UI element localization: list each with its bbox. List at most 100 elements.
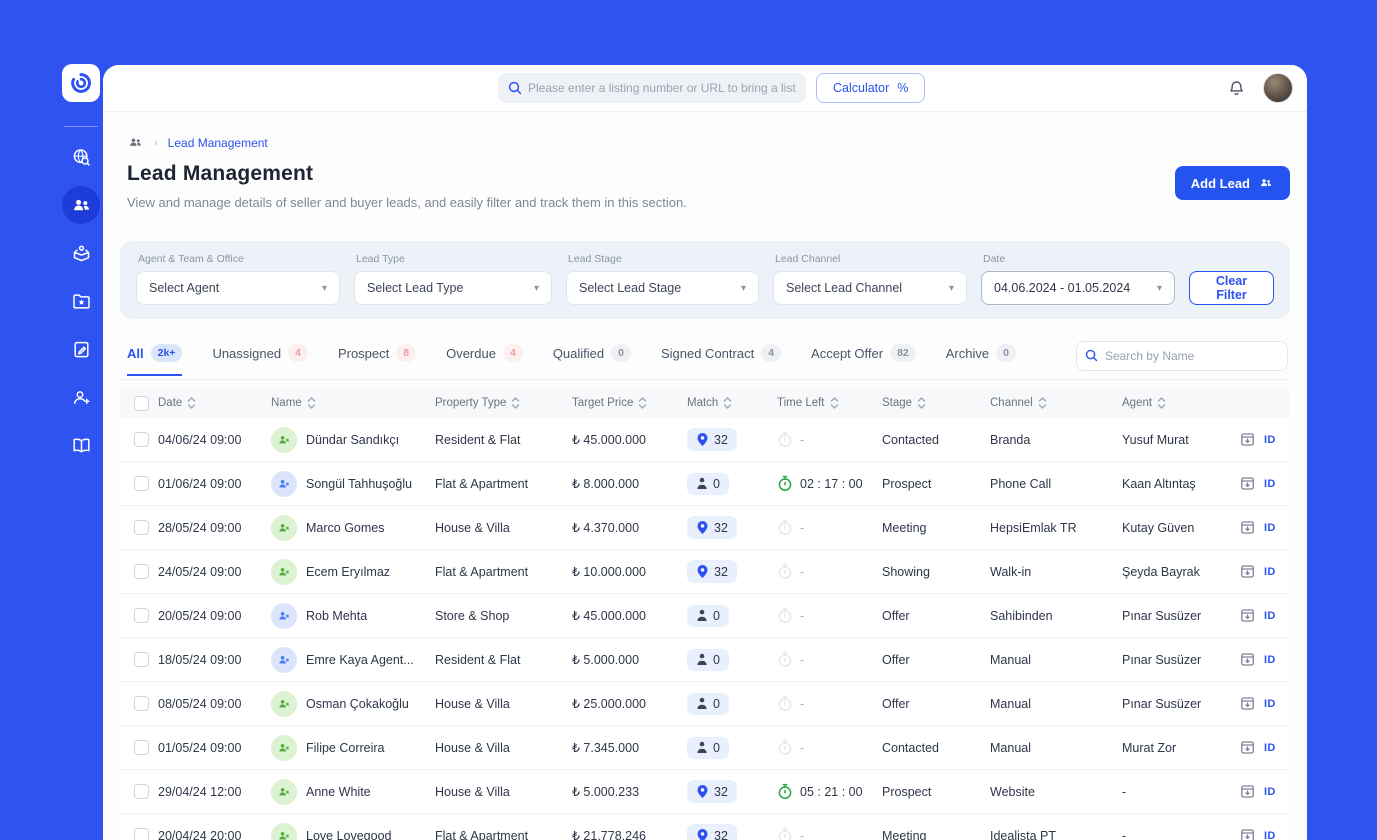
cell-time-left: 02 : 17 : 00 bbox=[777, 475, 882, 492]
match-badge[interactable]: 0 bbox=[687, 472, 729, 495]
id-link[interactable]: ID bbox=[1264, 742, 1276, 754]
column-header-match[interactable]: Match bbox=[687, 397, 777, 409]
column-header-name[interactable]: Name bbox=[271, 397, 435, 409]
row-checkbox[interactable] bbox=[134, 784, 149, 799]
table-row[interactable]: 08/05/24 09:00 Osman Çokakoğlu House & V… bbox=[120, 682, 1290, 726]
id-link[interactable]: ID bbox=[1264, 654, 1276, 666]
row-checkbox[interactable] bbox=[134, 432, 149, 447]
column-header-channel[interactable]: Channel bbox=[990, 397, 1122, 409]
archive-box-button[interactable] bbox=[1240, 696, 1255, 711]
clear-filter-button[interactable]: Clear Filter bbox=[1189, 271, 1274, 305]
calculator-button[interactable]: Calculator % bbox=[816, 73, 926, 103]
column-header-time-left[interactable]: Time Left bbox=[777, 397, 882, 409]
id-link[interactable]: ID bbox=[1264, 610, 1276, 622]
match-badge[interactable]: 32 bbox=[687, 824, 737, 840]
breadcrumb-current[interactable]: Lead Management bbox=[168, 136, 268, 150]
id-link[interactable]: ID bbox=[1264, 786, 1276, 798]
archive-box-button[interactable] bbox=[1240, 564, 1255, 579]
tab-signed-contract[interactable]: Signed Contract 4 bbox=[661, 344, 782, 376]
cell-target-price: ₺ 45.000.000 bbox=[572, 433, 646, 447]
cell-date: 29/04/24 12:00 bbox=[158, 784, 242, 799]
tab-label: Qualified bbox=[552, 345, 605, 361]
table-row[interactable]: 04/06/24 09:00 Dündar Sandıkçı Resident … bbox=[120, 418, 1290, 462]
name-search-input[interactable] bbox=[1075, 341, 1288, 371]
sidebar-item-add-contact[interactable] bbox=[62, 378, 100, 416]
archive-box-button[interactable] bbox=[1240, 476, 1255, 491]
row-checkbox[interactable] bbox=[134, 828, 149, 840]
row-checkbox[interactable] bbox=[134, 696, 149, 711]
match-badge[interactable]: 32 bbox=[687, 780, 737, 803]
column-header-stage[interactable]: Stage bbox=[882, 397, 990, 409]
archive-box-button[interactable] bbox=[1240, 652, 1255, 667]
table-row[interactable]: 01/06/24 09:00 Songül Tahhuşoğlu Flat & … bbox=[120, 462, 1290, 506]
match-badge[interactable]: 0 bbox=[687, 736, 729, 759]
id-link[interactable]: ID bbox=[1264, 830, 1276, 840]
archive-box-button[interactable] bbox=[1240, 608, 1255, 623]
match-badge[interactable]: 0 bbox=[687, 604, 729, 627]
archive-box-button[interactable] bbox=[1240, 828, 1255, 840]
select-all-checkbox[interactable] bbox=[134, 395, 149, 411]
archive-box-button[interactable] bbox=[1240, 784, 1255, 799]
sidebar-item-explore[interactable] bbox=[62, 138, 100, 176]
tab-overdue[interactable]: Overdue 4 bbox=[446, 344, 523, 376]
match-badge[interactable]: 32 bbox=[687, 428, 737, 451]
cell-stage: Meeting bbox=[882, 828, 927, 840]
tab-all[interactable]: All 2k+ bbox=[127, 344, 183, 376]
lead-channel-select[interactable]: Select Lead Channel ▾ bbox=[773, 271, 967, 305]
stopwatch-icon bbox=[778, 475, 792, 491]
sidebar-item-projects[interactable] bbox=[62, 282, 100, 320]
table-row[interactable]: 24/05/24 09:00 Ecem Eryılmaz Flat & Apar… bbox=[120, 550, 1290, 594]
tab-prospect[interactable]: Prospect 8 bbox=[337, 344, 417, 376]
column-header-agent[interactable]: Agent bbox=[1122, 397, 1240, 409]
row-checkbox[interactable] bbox=[134, 652, 149, 667]
row-checkbox[interactable] bbox=[134, 476, 149, 491]
agent-select[interactable]: Select Agent ▾ bbox=[136, 271, 340, 305]
id-link[interactable]: ID bbox=[1264, 566, 1276, 578]
tab-qualified[interactable]: Qualified 0 bbox=[553, 344, 631, 376]
row-checkbox[interactable] bbox=[134, 520, 149, 535]
date-range-select[interactable]: 04.06.2024 - 01.05.2024 ▾ bbox=[981, 271, 1175, 305]
listing-search-input[interactable] bbox=[498, 73, 806, 103]
column-header-target-price[interactable]: Target Price bbox=[572, 397, 687, 409]
cell-name: Dündar Sandıkçı bbox=[271, 426, 435, 453]
sidebar-item-leads[interactable] bbox=[62, 186, 100, 224]
column-header-date[interactable]: Date bbox=[158, 397, 271, 409]
table-row[interactable]: 29/04/24 12:00 Anne White House & Villa … bbox=[120, 770, 1290, 814]
add-lead-users-icon bbox=[1261, 179, 1271, 187]
table-row[interactable]: 20/04/24 20:00 Love Lovegood Flat & Apar… bbox=[120, 814, 1290, 840]
match-badge[interactable]: 0 bbox=[687, 692, 729, 715]
lead-stage-select[interactable]: Select Lead Stage ▾ bbox=[566, 271, 759, 305]
cell-stage: Prospect bbox=[882, 784, 932, 799]
user-avatar[interactable] bbox=[1263, 73, 1293, 103]
archive-box-button[interactable] bbox=[1240, 520, 1255, 535]
archive-box-button[interactable] bbox=[1240, 432, 1255, 447]
cell-time-left: - bbox=[777, 431, 882, 448]
match-badge[interactable]: 32 bbox=[687, 560, 737, 583]
id-link[interactable]: ID bbox=[1264, 434, 1276, 446]
tab-unassigned[interactable]: Unassigned 4 bbox=[212, 344, 308, 376]
row-checkbox[interactable] bbox=[134, 608, 149, 623]
table-row[interactable]: 01/05/24 09:00 Filipe Correira House & V… bbox=[120, 726, 1290, 770]
table-row[interactable]: 18/05/24 09:00 Emre Kaya Agent... Reside… bbox=[120, 638, 1290, 682]
notifications-button[interactable] bbox=[1221, 73, 1251, 103]
lead-type-select[interactable]: Select Lead Type ▾ bbox=[354, 271, 552, 305]
column-header-property-type[interactable]: Property Type bbox=[435, 397, 572, 409]
id-link[interactable]: ID bbox=[1264, 478, 1276, 490]
table-row[interactable]: 28/05/24 09:00 Marco Gomes House & Villa… bbox=[120, 506, 1290, 550]
row-checkbox[interactable] bbox=[134, 740, 149, 755]
sidebar-item-guide[interactable] bbox=[62, 426, 100, 464]
table-row[interactable]: 20/05/24 09:00 Rob Mehta Store & Shop ₺ … bbox=[120, 594, 1290, 638]
match-badge[interactable]: 32 bbox=[687, 516, 737, 539]
add-lead-button[interactable]: Add Lead bbox=[1174, 166, 1290, 200]
archive-box-button[interactable] bbox=[1240, 740, 1255, 755]
tab-archive[interactable]: Archive 0 bbox=[946, 344, 1016, 376]
id-link[interactable]: ID bbox=[1264, 698, 1276, 710]
app-logo[interactable] bbox=[62, 64, 100, 102]
sidebar-item-portfolio[interactable] bbox=[62, 234, 100, 272]
sidebar-item-notes[interactable] bbox=[62, 330, 100, 368]
match-badge[interactable]: 0 bbox=[687, 648, 729, 671]
id-link[interactable]: ID bbox=[1264, 522, 1276, 534]
tab-label: Prospect bbox=[337, 345, 390, 361]
row-checkbox[interactable] bbox=[134, 564, 149, 579]
tab-accept-offer[interactable]: Accept Offer 82 bbox=[811, 344, 916, 376]
